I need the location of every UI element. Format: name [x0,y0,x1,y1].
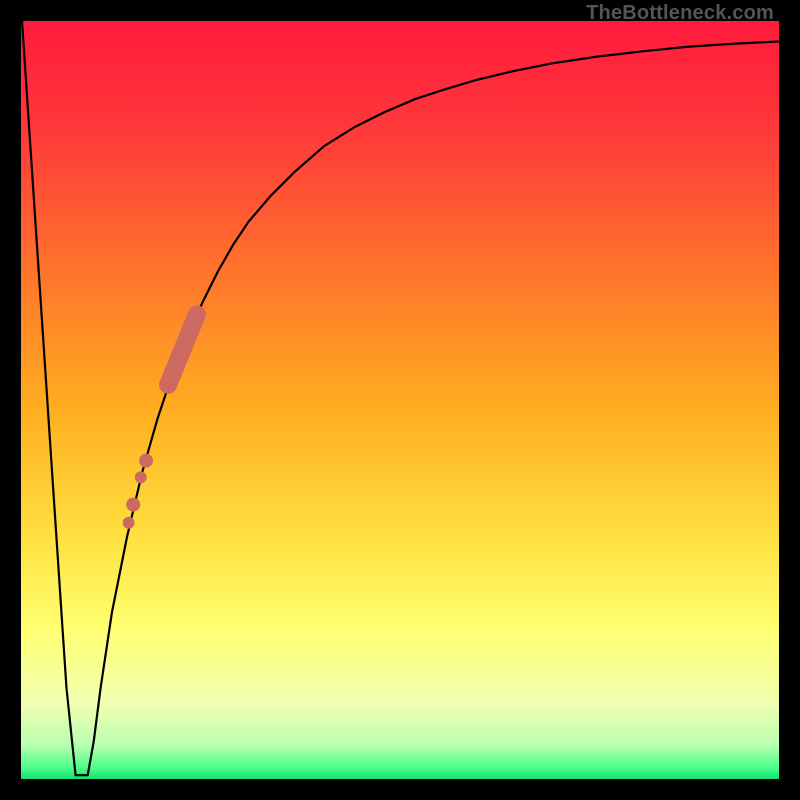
curve-marker [123,517,135,529]
curve-marker [163,369,179,385]
curve-marker [176,340,190,354]
curve-marker [135,471,147,483]
curve-marker [139,454,153,468]
curve-marker [187,312,203,328]
chart-frame: TheBottleneck.com [0,0,800,800]
curve-marker [170,353,186,369]
curve-marker [126,498,140,512]
bottleneck-curve [21,21,779,775]
curve-layer [21,21,779,779]
curve-marker [183,327,195,339]
plot-area [21,21,779,779]
